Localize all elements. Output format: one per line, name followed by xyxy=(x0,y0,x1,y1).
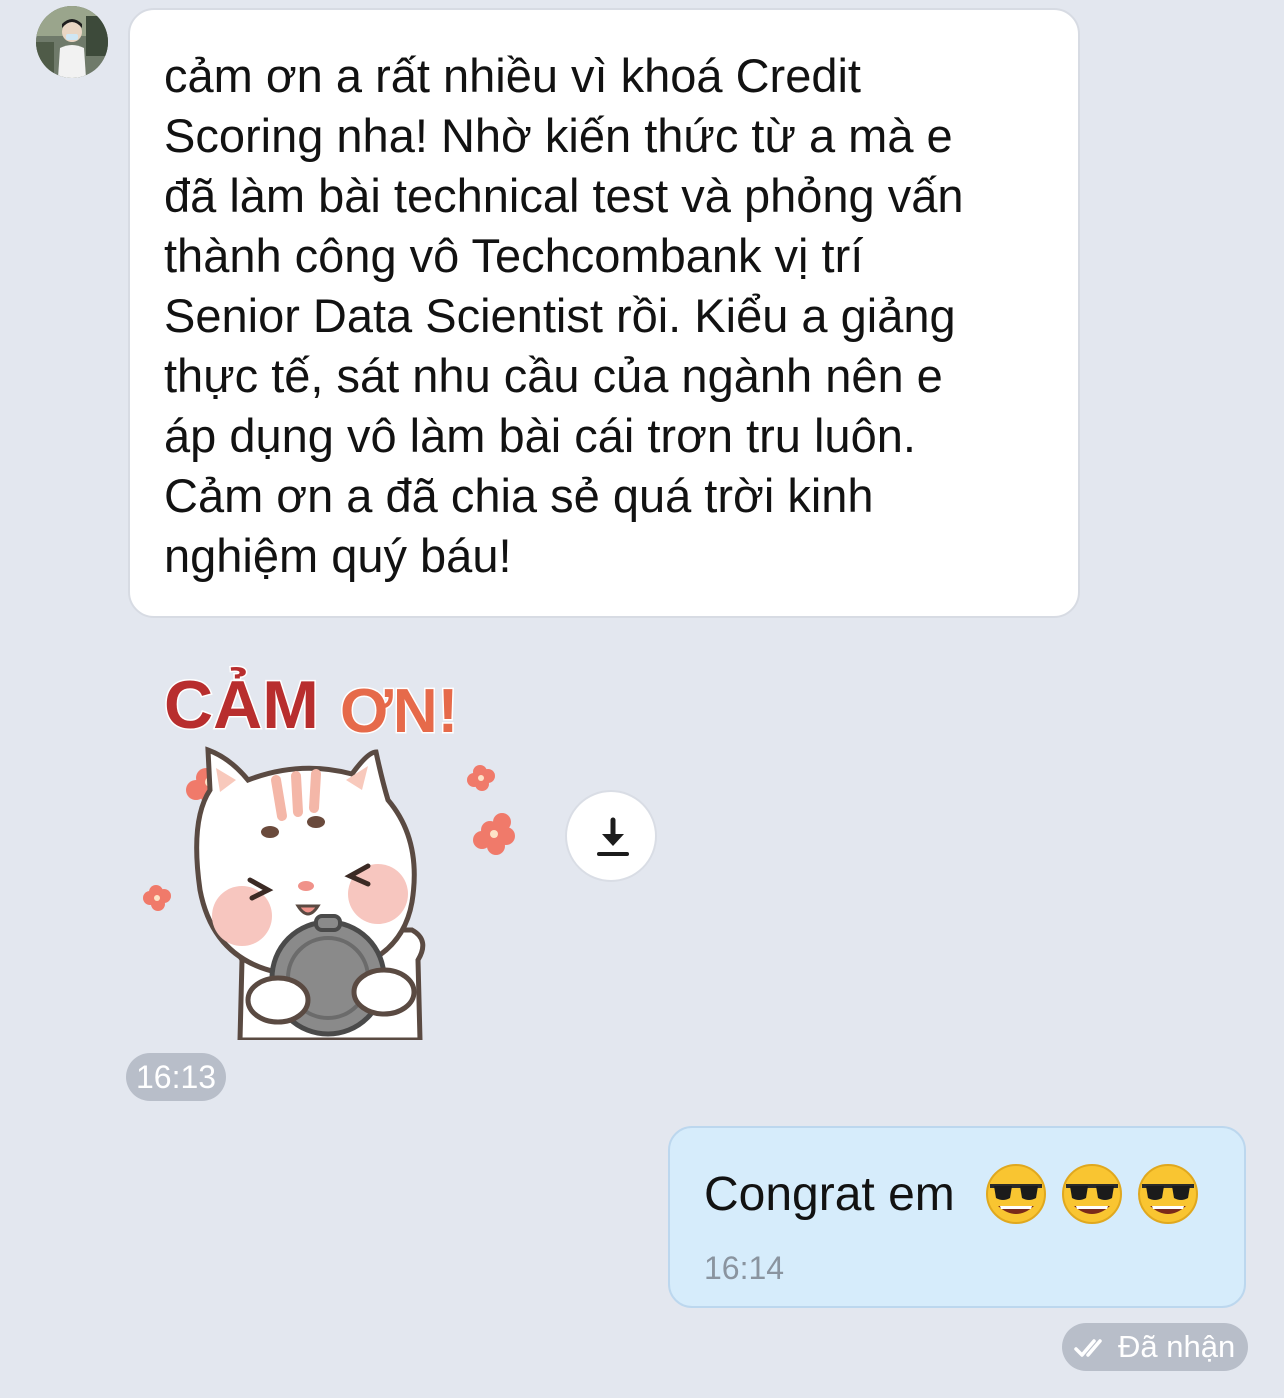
incoming-message-bubble[interactable]: cảm ơn a rất nhiều vì khoá Credit Scorin… xyxy=(128,8,1080,618)
sunglasses-emoji-icon xyxy=(1062,1164,1122,1224)
sunglasses-emoji-icon xyxy=(1138,1164,1198,1224)
incoming-message-text: cảm ơn a rất nhiều vì khoá Credit Scorin… xyxy=(164,49,964,582)
double-check-icon xyxy=(1074,1339,1102,1357)
thank-you-sticker[interactable]: CẢM ƠN! xyxy=(130,640,530,1043)
delivery-status-text: Đã nhận xyxy=(1118,1329,1236,1364)
incoming-timestamp: 16:13 xyxy=(126,1053,227,1101)
delivery-status-badge: Đã nhận xyxy=(1062,1323,1248,1371)
download-icon xyxy=(597,817,629,856)
outgoing-message-bubble[interactable]: Congrat em 16:14 xyxy=(668,1126,1246,1308)
sunglasses-emoji-icon xyxy=(986,1164,1046,1224)
outgoing-timestamp: 16:14 xyxy=(704,1250,785,1286)
sticker-text-2: ƠN! xyxy=(340,677,458,746)
outgoing-message-text: Congrat em xyxy=(704,1168,955,1221)
emoji-row xyxy=(984,1162,1200,1226)
sticker-text-1: CẢM xyxy=(164,666,319,743)
contact-avatar[interactable] xyxy=(36,6,108,78)
cat-thank-you-sticker-icon: CẢM ƠN! xyxy=(143,665,515,1043)
download-sticker-button[interactable] xyxy=(565,790,657,882)
avatar-photo xyxy=(36,6,108,78)
